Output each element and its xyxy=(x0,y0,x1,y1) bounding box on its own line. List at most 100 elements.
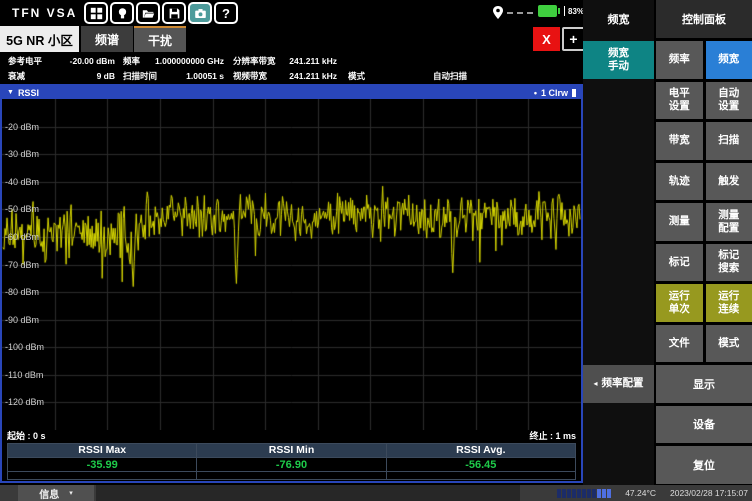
control-button-span[interactable]: 频宽 xyxy=(706,41,752,79)
y-axis-label: -40 dBm xyxy=(5,177,39,187)
y-axis-label: -30 dBm xyxy=(5,149,39,159)
location-pin-icon xyxy=(492,5,504,20)
control-button-frequency[interactable]: 频率 xyxy=(656,41,703,79)
table-empty-cell xyxy=(197,471,386,479)
y-axis-label: -110 dBm xyxy=(5,370,43,380)
param-value[interactable]: 自动扫描 xyxy=(394,69,467,83)
message-area xyxy=(96,485,520,501)
toolbar: ? xyxy=(84,2,238,24)
control-button-marker[interactable]: 标记 xyxy=(656,244,703,282)
add-tab-button[interactable]: + xyxy=(562,27,585,51)
softkey-span-manual[interactable]: 频宽 手动 xyxy=(583,41,654,79)
progress-segment xyxy=(607,489,611,498)
windows-icon[interactable] xyxy=(84,2,108,24)
tab-5g-nr-cell[interactable]: 5G NR 小区 xyxy=(0,26,79,52)
param-row-2: 衰减9 dB扫描时间1.00051 s视频带宽241.211 kHz模式自动扫描 xyxy=(0,69,583,84)
progress-indicator xyxy=(557,489,611,498)
back-arrow-icon: ◂ xyxy=(593,377,597,390)
param-label: 频率 xyxy=(123,54,140,68)
control-button-grid: 频率频宽电平 设置自动 设置带宽扫描轨迹触发测量测量 配置标记标记 搜索运行 单… xyxy=(656,41,752,362)
control-button-trace[interactable]: 轨迹 xyxy=(656,163,703,201)
control-button-auto-settings[interactable]: 自动 设置 xyxy=(706,82,752,120)
datetime-readout: 2023/02/28 17:15:07 xyxy=(670,488,748,498)
info-dropdown[interactable]: 信息 ▾ xyxy=(18,485,94,501)
param-value[interactable]: 9 dB xyxy=(50,69,115,83)
progress-segment xyxy=(592,489,596,498)
softkey-frequency-config[interactable]: ◂ 频率配置 xyxy=(583,365,654,403)
sidebar: 频宽 频宽 手动 ◂ 频率配置 控制面板 频率频宽电平 设置自动 设置带宽扫描轨… xyxy=(583,0,752,485)
control-button-bandwidth[interactable]: 带宽 xyxy=(656,122,703,160)
rssi-titlebar: ▼ RSSI • 1 Clrw xyxy=(2,86,581,99)
control-button-display[interactable]: 显示 xyxy=(656,365,752,403)
param-value[interactable]: 241.211 kHz xyxy=(278,69,337,83)
bulb-icon[interactable] xyxy=(110,2,134,24)
table-header-cell: RSSI Min xyxy=(197,444,386,457)
param-value[interactable]: 1.00051 s xyxy=(146,69,224,83)
table-value-cell: -76.90 xyxy=(197,457,386,471)
sweep-range-row: 起始 : 0 s 终止 : 1 ms xyxy=(2,430,581,443)
rssi-stats-table: RSSI MaxRSSI MinRSSI Avg. -35.99-76.90-5… xyxy=(7,443,576,480)
y-axis-label: -20 dBm xyxy=(5,122,39,132)
param-value[interactable]: -20.00 dBm xyxy=(50,54,115,68)
close-tab-button[interactable]: X xyxy=(533,27,560,51)
table-empty-cell xyxy=(8,471,197,479)
progress-segment xyxy=(582,489,586,498)
collapse-icon[interactable]: ▼ xyxy=(7,89,14,96)
folder-open-icon[interactable] xyxy=(136,2,160,24)
y-axis-label: -80 dBm xyxy=(5,287,39,297)
rssi-chart: -20 dBm -30 dBm -40 dBm -50 dBm -60 dBm -70 d… xyxy=(2,99,581,430)
control-button-run-single[interactable]: 运行 单次 xyxy=(656,284,703,322)
marker-dot: • xyxy=(534,88,537,98)
control-button-sweep[interactable]: 扫描 xyxy=(706,122,752,160)
vsa-screen: TFN VSA ? 83% xyxy=(0,0,752,501)
tab-spectrum[interactable]: 频谱 xyxy=(81,26,133,52)
battery-indicator: 83% xyxy=(538,5,584,17)
control-button-mode[interactable]: 模式 xyxy=(706,325,752,363)
y-axis-label: -90 dBm xyxy=(5,315,39,325)
gps-signal-dashes xyxy=(507,12,533,14)
trace-indicator-icon xyxy=(572,89,576,97)
y-axis-label: -70 dBm xyxy=(5,260,39,270)
camera-icon[interactable] xyxy=(188,2,212,24)
softkey-menu-title: 频宽 xyxy=(583,0,654,38)
stats-value-row: -35.99-76.90-56.45 xyxy=(8,457,575,471)
control-button-file[interactable]: 文件 xyxy=(656,325,703,363)
control-panel: 控制面板 频率频宽电平 设置自动 设置带宽扫描轨迹触发测量测量 配置标记标记 搜… xyxy=(656,0,752,485)
temperature-readout: 47.24°C xyxy=(612,488,656,498)
control-button-reset[interactable]: 复位 xyxy=(656,446,752,484)
battery-icon xyxy=(538,5,557,17)
table-empty-cell xyxy=(387,471,575,479)
param-label: 视频带宽 xyxy=(233,69,267,83)
tab-row: 5G NR 小区 频谱 干扰 X + xyxy=(0,26,583,52)
control-button-level-settings[interactable]: 电平 设置 xyxy=(656,82,703,120)
param-value[interactable]: 1.000000000 GHz xyxy=(146,54,224,68)
table-header-cell: RSSI Max xyxy=(8,444,197,457)
sweep-stop-label: 终止 : 1 ms xyxy=(529,430,576,443)
control-button-measure-config[interactable]: 测量 配置 xyxy=(706,203,752,241)
param-label: 分辨率带宽 xyxy=(233,54,276,68)
control-wide-buttons: 显示设备复位 xyxy=(656,365,752,484)
y-axis-label: -50 dBm xyxy=(5,204,39,214)
control-button-measure[interactable]: 测量 xyxy=(656,203,703,241)
param-label: 参考电平 xyxy=(8,54,42,68)
control-button-device[interactable]: 设备 xyxy=(656,406,752,444)
control-button-marker-search[interactable]: 标记 搜索 xyxy=(706,244,752,282)
rssi-trace-canvas[interactable] xyxy=(2,99,581,430)
sweep-start-label: 起始 : 0 s xyxy=(7,430,46,443)
control-button-trigger[interactable]: 触发 xyxy=(706,163,752,201)
y-axis-label: -60 dBm xyxy=(5,232,39,242)
param-label: 模式 xyxy=(348,69,365,83)
statusbar: 信息 ▾ 47.24°C 2023/02/28 17:15:07 xyxy=(0,485,752,501)
table-header-cell: RSSI Avg. xyxy=(387,444,575,457)
y-axis-label: -100 dBm xyxy=(5,342,44,352)
progress-segment xyxy=(567,489,571,498)
help-icon[interactable]: ? xyxy=(214,2,238,24)
brand-logo: TFN VSA xyxy=(12,6,77,20)
param-row-1: 参考电平 -20.00 dBm 频率 1.000000000 GHz 分辨率带宽241.… xyxy=(0,54,583,69)
gps-indicator xyxy=(492,5,533,20)
param-value[interactable]: 241.211 kHz xyxy=(278,54,337,68)
tab-interference[interactable]: 干扰 xyxy=(134,26,186,52)
control-button-run-continuous[interactable]: 运行 连续 xyxy=(706,284,752,322)
param-label: 衰减 xyxy=(8,69,25,83)
save-icon[interactable] xyxy=(162,2,186,24)
